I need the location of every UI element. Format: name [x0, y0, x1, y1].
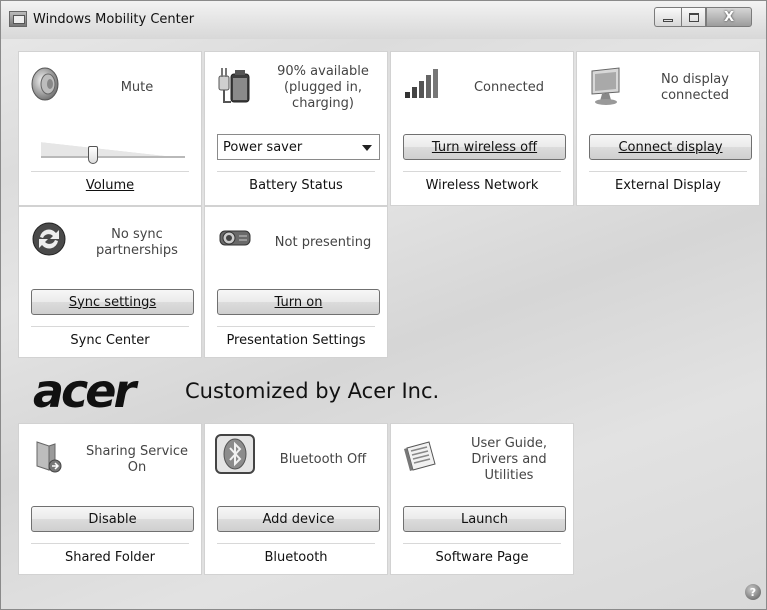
maximize-icon — [688, 12, 699, 22]
minimize-button[interactable] — [654, 7, 681, 27]
display-status-text: No display connected — [660, 72, 730, 103]
battery-plug-icon[interactable] — [217, 66, 253, 103]
tile-title-battery: Battery Status — [249, 178, 343, 193]
turn-on-presentation-button[interactable]: Turn on — [217, 289, 380, 315]
volume-slider-thumb[interactable] — [88, 146, 98, 164]
launch-button[interactable]: Launch — [403, 506, 566, 532]
chevron-down-icon — [362, 145, 372, 151]
title-bar[interactable]: Windows Mobility Center X — [1, 1, 766, 39]
sync-icon[interactable] — [31, 221, 67, 257]
signal-bars-icon[interactable] — [403, 66, 439, 102]
tile-separator — [403, 171, 561, 172]
minimize-icon — [663, 18, 673, 22]
tile-title-wireless: Wireless Network — [425, 178, 539, 193]
tile-sync-center: No sync partnerships Sync settings Sync … — [18, 206, 202, 358]
sync-status-text: No sync partnerships — [96, 227, 178, 258]
turn-wireless-off-label: Turn wireless off — [431, 139, 538, 155]
tile-title-display: External Display — [615, 178, 721, 193]
tile-volume: Mute Volume — [18, 51, 202, 206]
projector-icon[interactable] — [217, 221, 253, 257]
tile-software-page: User Guide, Drivers and Utilities Launch… — [390, 423, 574, 575]
slider-track-line — [41, 156, 185, 158]
speaker-icon[interactable] — [31, 66, 67, 102]
tile-separator — [31, 543, 189, 544]
bluetooth-icon[interactable] — [215, 434, 255, 474]
turn-wireless-off-button[interactable]: Turn wireless off — [403, 134, 566, 160]
tile-title-shared-folder: Shared Folder — [64, 550, 156, 565]
tile-title-presentation: Presentation Settings — [226, 333, 366, 348]
tile-separator — [217, 543, 375, 544]
software-status-text: User Guide, Drivers and Utilities — [470, 436, 548, 483]
disable-sharing-button[interactable]: Disable — [31, 506, 194, 532]
volume-slider[interactable] — [41, 142, 185, 164]
tile-separator — [217, 171, 375, 172]
tile-battery: 90% available (plugged in, charging) Pow… — [204, 51, 388, 206]
tile-shared-folder: Sharing Service On Disable Shared Folder — [18, 423, 202, 575]
close-icon: X — [723, 9, 735, 25]
tile-separator — [31, 171, 189, 172]
monitor-icon[interactable] — [589, 66, 625, 105]
tile-title-software: Software Page — [435, 550, 529, 565]
shared-folder-icon[interactable] — [31, 438, 67, 474]
sharing-status-text: Sharing Service On — [85, 444, 189, 475]
mute-label: Mute — [120, 80, 154, 95]
battery-status-text: 90% available (plugged in, charging) — [277, 64, 369, 111]
connect-display-button[interactable]: Connect display — [589, 134, 752, 160]
presentation-status-text: Not presenting — [274, 235, 372, 250]
connect-display-label: Connect display — [618, 139, 723, 155]
window-title: Windows Mobility Center — [33, 12, 195, 27]
help-icon[interactable]: ? — [745, 584, 761, 600]
maximize-button[interactable] — [681, 7, 706, 27]
tile-presentation: Not presenting Turn on Presentation Sett… — [204, 206, 388, 358]
power-plan-dropdown[interactable]: Power saver — [217, 134, 380, 160]
bluetooth-status-text: Bluetooth Off — [279, 452, 367, 467]
turn-on-label: Turn on — [274, 294, 323, 310]
acer-logo: acer — [33, 364, 136, 418]
tile-separator — [31, 326, 189, 327]
add-device-button[interactable]: Add device — [217, 506, 380, 532]
tile-bluetooth: Bluetooth Off Add device Bluetooth — [204, 423, 388, 575]
power-plan-value: Power saver — [223, 139, 303, 155]
tile-separator — [403, 543, 561, 544]
tile-title-bluetooth: Bluetooth — [264, 550, 328, 565]
brand-text: Customized by Acer Inc. — [185, 379, 440, 403]
tile-title-sync: Sync Center — [70, 333, 150, 348]
tile-separator — [217, 326, 375, 327]
wireless-status-text: Connected — [473, 80, 544, 95]
volume-title-text: Volume — [85, 178, 135, 193]
volume-mute-checkbox[interactable]: Mute — [77, 60, 197, 116]
sync-settings-button[interactable]: Sync settings — [31, 289, 194, 315]
mobility-center-icon — [9, 11, 27, 27]
tile-external-display: No display connected Connect display Ext… — [576, 51, 760, 206]
tile-separator — [589, 171, 747, 172]
sync-settings-label: Sync settings — [68, 294, 157, 310]
mobility-center-window: Windows Mobility Center X Mute Volume 90… — [0, 0, 767, 610]
tile-wireless: Connected Turn wireless off Wireless Net… — [390, 51, 574, 206]
tile-title-volume: Volume — [19, 178, 201, 198]
user-guide-icon[interactable] — [403, 438, 439, 474]
close-button[interactable]: X — [706, 7, 752, 27]
